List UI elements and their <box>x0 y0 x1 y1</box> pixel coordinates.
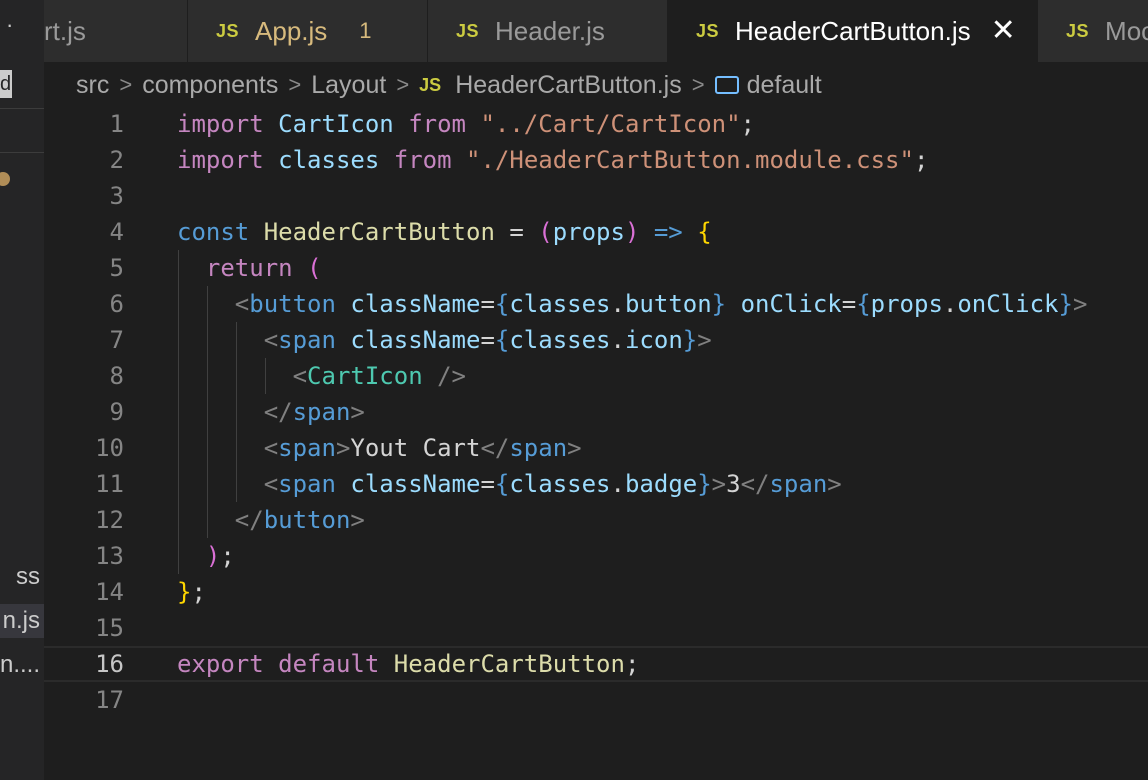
explorer-file-item-active[interactable]: n.js <box>0 604 44 638</box>
tab-label: Moc <box>1105 15 1148 46</box>
code-line[interactable]: 5 return ( <box>44 250 1148 286</box>
code-line[interactable]: 1 import CartIcon from "../Cart/CartIcon"… <box>44 106 1148 142</box>
code-line[interactable]: 14}; <box>44 574 1148 610</box>
code-line[interactable]: 6 <button className={classes.button} onC… <box>44 286 1148 322</box>
tab-label: rt.js <box>44 15 86 46</box>
code-text: <span className={classes.badge}>3</span> <box>263 470 842 498</box>
code-line[interactable]: 3 <box>44 178 1148 214</box>
breadcrumb-item-components[interactable]: components <box>142 66 278 104</box>
line-number: 8 <box>109 362 124 390</box>
breadcrumb-chevron-icon: > <box>288 72 302 97</box>
line-number: 3 <box>109 182 124 210</box>
code-line[interactable]: 8 <CartIcon /> <box>44 358 1148 394</box>
code-editor[interactable]: 1 import CartIcon from "../Cart/CartIcon"… <box>44 106 1148 780</box>
line-number: 4 <box>109 218 124 246</box>
modified-dot-icon <box>0 172 10 186</box>
explorer-file-item[interactable]: n.... <box>0 648 40 682</box>
code-line[interactable]: 4 const HeaderCartButton = (props) => { <box>44 214 1148 250</box>
code-text: </span> <box>263 398 365 426</box>
code-text: return ( <box>205 254 322 282</box>
tab-headercartbutton-js[interactable]: JS HeaderCartButton.js ✕ <box>668 0 1038 62</box>
line-number: 14 <box>95 578 124 606</box>
tab-header-js[interactable]: JS Header.js <box>428 0 668 62</box>
code-text: <span className={classes.icon}> <box>263 326 712 354</box>
code-text: </button> <box>234 506 365 534</box>
tab-app-js[interactable]: JS App.js 1 <box>188 0 428 62</box>
js-file-icon: JS <box>216 20 240 41</box>
line-number: 13 <box>95 542 124 570</box>
tab-modal-js[interactable]: JS Moc <box>1038 0 1148 62</box>
code-line[interactable]: 12 </button> <box>44 502 1148 538</box>
line-number: 16 <box>95 650 124 678</box>
tab-label: App.js <box>255 15 328 46</box>
tab-cart-js[interactable]: rt.js <box>44 0 188 62</box>
line-number: 10 <box>95 434 124 462</box>
js-file-icon: JS <box>1066 20 1090 41</box>
js-file-icon: JS <box>696 20 720 41</box>
code-text: <CartIcon /> <box>292 362 466 390</box>
problems-count-badge: 1 <box>359 18 372 43</box>
code-line[interactable]: 10 <span>Yout Cart</span> <box>44 430 1148 466</box>
code-text: }; <box>177 578 206 606</box>
code-text: import classes from "./HeaderCartButton.… <box>177 146 929 174</box>
code-text: <button className={classes.button} onCli… <box>234 290 1088 318</box>
breadcrumb-chevron-icon: > <box>396 72 410 97</box>
line-number: 5 <box>109 254 124 282</box>
code-line[interactable]: 7 <span className={classes.icon}> <box>44 322 1148 358</box>
line-number: 1 <box>109 110 124 138</box>
line-number: 11 <box>95 470 124 498</box>
tab-label: HeaderCartButton.js <box>735 15 971 46</box>
line-number: 15 <box>95 614 124 642</box>
sidebar-divider <box>0 152 44 153</box>
breadcrumb-chevron-icon: > <box>691 72 705 97</box>
line-number: 12 <box>95 506 124 534</box>
line-number: 9 <box>109 398 124 426</box>
close-tab-icon[interactable]: ✕ <box>991 16 1016 46</box>
explorer-file-item[interactable]: ss <box>0 560 40 594</box>
code-text: const HeaderCartButton = (props) => { <box>177 218 712 246</box>
code-text: import CartIcon from "../Cart/CartIcon"; <box>177 110 755 138</box>
code-text: export default HeaderCartButton; <box>177 650 640 678</box>
code-line[interactable]: 2 import classes from "./HeaderCartButton… <box>44 142 1148 178</box>
explorer-badge: d <box>0 70 12 98</box>
js-file-icon: JS <box>419 75 442 95</box>
line-number: 7 <box>109 326 124 354</box>
editor-tab-bar: rt.js JS App.js 1 JS Header.js JS Header… <box>44 0 1148 62</box>
line-number: 2 <box>109 146 124 174</box>
code-line[interactable]: 13 ); <box>44 538 1148 574</box>
breadcrumb-item-file[interactable]: HeaderCartButton.js <box>455 66 682 104</box>
breadcrumb-item-layout[interactable]: Layout <box>311 66 386 104</box>
js-file-icon: JS <box>456 20 480 41</box>
breadcrumb-item-symbol[interactable]: default <box>747 66 822 104</box>
line-number: 6 <box>109 290 124 318</box>
breadcrumb-item-src[interactable]: src <box>76 66 109 104</box>
more-actions-icon[interactable]: · <box>6 14 13 36</box>
sidebar-divider <box>0 108 44 109</box>
symbol-module-icon <box>714 76 739 94</box>
line-number: 17 <box>95 686 124 714</box>
explorer-sidebar: · d ss n.js n.... <box>0 0 44 780</box>
breadcrumb: src > components > Layout > JS HeaderCar… <box>76 66 822 104</box>
code-line[interactable]: 15 <box>44 610 1148 646</box>
code-line[interactable]: 17 <box>44 682 1148 718</box>
breadcrumb-chevron-icon: > <box>119 72 133 97</box>
code-line[interactable]: 16 export default HeaderCartButton; <box>44 646 1148 682</box>
tab-label: Header.js <box>495 15 605 46</box>
code-text: ); <box>205 542 235 570</box>
code-line[interactable]: 9 </span> <box>44 394 1148 430</box>
code-line[interactable]: 11 <span className={classes.badge}>3</sp… <box>44 466 1148 502</box>
code-text: <span>Yout Cart</span> <box>263 434 582 462</box>
